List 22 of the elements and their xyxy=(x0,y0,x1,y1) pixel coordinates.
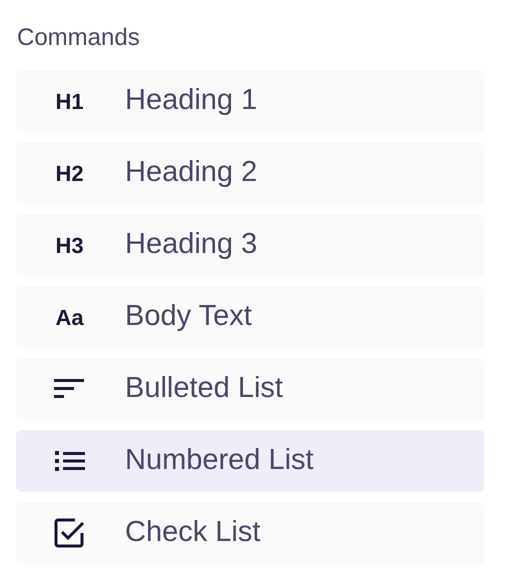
command-item[interactable]: H1 Heading 1 xyxy=(16,70,484,132)
section-title: Commands xyxy=(16,23,140,53)
command-item[interactable]: Bulleted List xyxy=(16,358,484,420)
command-label: Heading 1 xyxy=(125,83,258,118)
heading-level-icon: Aa xyxy=(55,300,84,334)
command-item[interactable]: Numbered List xyxy=(16,430,484,492)
command-label: Body Text xyxy=(125,299,252,334)
command-item[interactable]: Check List xyxy=(16,502,484,564)
command-label: Heading 2 xyxy=(125,155,258,190)
command-item[interactable]: Aa Body Text xyxy=(16,286,484,348)
numbered-list-icon xyxy=(54,450,86,472)
heading-level-icon: H3 xyxy=(55,228,84,262)
heading-level-icon: H2 xyxy=(55,156,84,190)
command-label: Bulleted List xyxy=(125,371,283,406)
heading-level-icon: H1 xyxy=(55,84,84,118)
command-item[interactable]: H3 Heading 3 xyxy=(16,214,484,276)
command-item[interactable]: H2 Heading 2 xyxy=(16,142,484,204)
sort-lines-icon xyxy=(54,378,86,400)
checkbox-icon xyxy=(54,518,86,548)
command-label: Heading 3 xyxy=(125,227,258,262)
command-label: Numbered List xyxy=(125,443,314,478)
command-label: Check List xyxy=(125,515,260,550)
